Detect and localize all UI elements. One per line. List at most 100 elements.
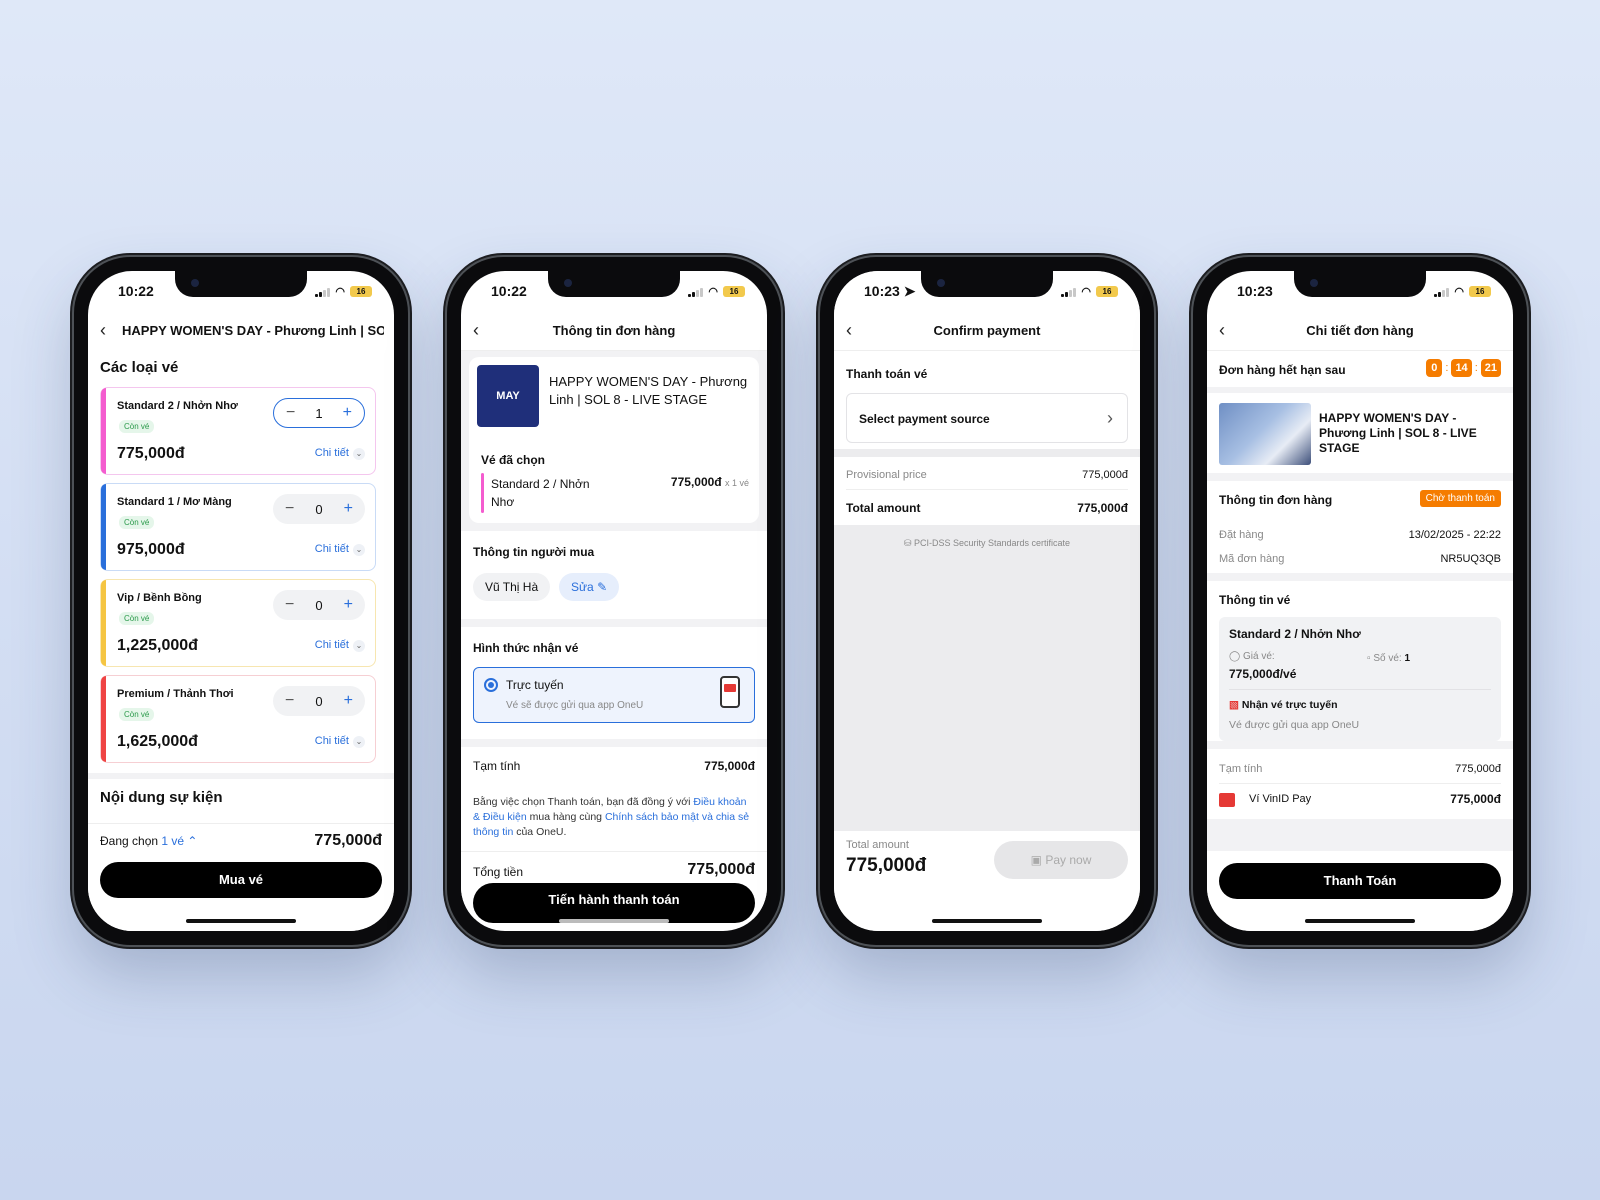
availability-badge: Còn vé: [119, 516, 155, 529]
price-section: Provisional price 775,000đ Total amount …: [834, 457, 1140, 525]
delivery-label: ▧ Nhận vé trực tuyến: [1229, 699, 1338, 711]
subtotal-label: Tạm tính: [473, 759, 521, 773]
quantity-stepper: − 0 +: [273, 494, 365, 524]
plus-button[interactable]: +: [344, 596, 353, 614]
selected-ticket-price: 775,000đ x 1 vé: [670, 475, 749, 489]
wifi-icon: ◠: [1081, 286, 1091, 298]
plus-button[interactable]: +: [344, 692, 353, 710]
chevron-down-icon: ⌄: [353, 640, 365, 652]
selected-tickets-title: Vé đã chọn: [481, 453, 546, 467]
subtotal-value: 775,000đ: [704, 759, 755, 773]
ticket-card[interactable]: Vip / Bềnh Bồng Còn vé 1,225,000đ Chi ti…: [100, 579, 376, 667]
phone-ticket-types: 10:22 ◠ 16 ‹ HAPPY WOMEN'S DAY - Phương …: [74, 257, 408, 945]
footer-total-label: Total amount: [846, 839, 909, 851]
terms-text: Bằng việc chọn Thanh toán, bạn đã đồng ý…: [473, 796, 750, 838]
buyer-name-chip: Vũ Thị Hà: [473, 573, 551, 601]
event-content-title: Nội dung sự kiện: [100, 789, 223, 806]
page-title: HAPPY WOMEN'S DAY - Phương Linh | SO...: [122, 323, 384, 338]
status-time: 10:23: [1237, 283, 1273, 299]
pay-now-button[interactable]: ▣ Pay now: [994, 841, 1128, 879]
status-time: 10:22: [118, 283, 154, 299]
signal-icon: [1434, 287, 1450, 297]
quantity-value: 0: [315, 501, 323, 517]
detail-link[interactable]: Chi tiết ⌄: [315, 447, 365, 460]
notch: [1294, 271, 1426, 297]
event-name: HAPPY WOMEN'S DAY - Phương Linh | SOL 8 …: [549, 374, 748, 407]
ticket-card[interactable]: Standard 2 / Nhởn Nhơ Còn vé 775,000đ Ch…: [100, 387, 376, 475]
delivery-desc: Vé được gửi qua app OneU: [1229, 719, 1360, 731]
ticket-card[interactable]: Standard 1 / Mơ Màng Còn vé 975,000đ Chi…: [100, 483, 376, 571]
provisional-value: 775,000đ: [1082, 469, 1128, 481]
plus-button[interactable]: +: [343, 404, 352, 422]
plus-button[interactable]: +: [344, 500, 353, 518]
ticket-name: Vip / Bềnh Bồng: [117, 592, 202, 604]
navbar: ‹ Confirm payment: [834, 311, 1140, 351]
pci-certificate: ⛁ PCI-DSS Security Standards certificate: [903, 538, 1071, 548]
ticket-card[interactable]: Premium / Thảnh Thơi Còn vé 1,625,000đ C…: [100, 675, 376, 763]
ticket-info-card: Standard 2 / Nhởn Nhơ ◯ Giá vé: 775,000đ…: [1219, 617, 1501, 741]
qty-label: ▫ Số vé: 1: [1367, 653, 1411, 664]
minus-button[interactable]: −: [285, 692, 294, 710]
ticket-price: 975,000đ: [117, 541, 185, 558]
selected-label: Đang chọn 1 vé ⌃: [100, 834, 198, 848]
availability-badge: Còn vé: [119, 708, 155, 721]
pay-button[interactable]: Thanh Toán: [1219, 863, 1501, 899]
provisional-label: Provisional price: [846, 469, 927, 481]
battery-icon: 16: [1096, 286, 1118, 297]
expiry-row: Đơn hàng hết hạn sau 0: 14: 21: [1207, 351, 1513, 387]
ticket-price: 1,625,000đ: [117, 733, 198, 750]
footer-total-value: 775,000đ: [846, 855, 927, 876]
ticket-name: Premium / Thảnh Thơi: [117, 688, 234, 700]
section-title: Các loại vé: [100, 359, 179, 376]
selected-count[interactable]: 1 vé: [161, 834, 184, 848]
detail-link[interactable]: Chi tiết ⌄: [315, 639, 365, 652]
payment-source-section: Thanh toán vé Select payment source ›: [834, 351, 1140, 449]
signal-icon: [315, 287, 331, 297]
page-title: Thông tin đơn hàng: [552, 323, 676, 338]
signal-icon: [1061, 287, 1077, 297]
event-banner-image: [1219, 403, 1311, 465]
ticket-price: 775,000đ: [117, 445, 185, 462]
delivery-option-online[interactable]: Trực tuyến Vé sẽ được gửi qua app OneU: [473, 667, 755, 723]
radio-selected-icon[interactable]: [484, 678, 498, 692]
page-title: Chi tiết đơn hàng: [1306, 323, 1414, 338]
buy-ticket-button[interactable]: Mua vé: [100, 862, 382, 898]
ticket-icon: ▫: [1367, 653, 1371, 664]
subtotal-label: Tạm tính: [1219, 763, 1263, 775]
home-indicator: [1305, 919, 1415, 923]
phone-confirm-payment: 10:23 ➤ ◠ 16 ‹ Confirm payment Thanh toá…: [820, 257, 1154, 945]
bottom-bar: Đang chọn 1 vé ⌃ 775,000đ Mua vé: [88, 823, 394, 931]
proceed-payment-button[interactable]: Tiến hành thanh toán: [473, 883, 755, 923]
minus-button[interactable]: −: [285, 500, 294, 518]
delivery-option-desc: Vé sẽ được gửi qua app OneU: [506, 700, 644, 711]
event-card: HAPPY WOMEN'S DAY - Phương Linh | SOL 8 …: [1207, 393, 1513, 473]
navbar: ‹ Thông tin đơn hàng: [461, 311, 767, 351]
order-code-label: Mã đơn hàng: [1219, 553, 1285, 565]
delivery-section: Hình thức nhận vé Trực tuyến Vé sẽ được …: [461, 627, 767, 739]
total-value: 775,000đ: [1077, 501, 1128, 515]
ticket-info-section: Thông tin vé Standard 2 / Nhởn Nhơ ◯ Giá…: [1207, 581, 1513, 741]
ordered-label: Đặt hàng: [1219, 529, 1264, 541]
detail-link[interactable]: Chi tiết ⌄: [315, 543, 365, 556]
order-info-title: Thông tin đơn hàng: [1219, 493, 1333, 507]
edit-buyer-button[interactable]: Sửa ✎: [559, 573, 620, 601]
minus-button[interactable]: −: [286, 404, 295, 422]
wifi-icon: ◠: [708, 286, 718, 298]
battery-icon: 16: [723, 286, 745, 297]
status-badge: Chờ thanh toán: [1419, 490, 1501, 507]
countdown-timer: 0: 14: 21: [1426, 359, 1501, 377]
chevron-down-icon: ⌄: [353, 448, 365, 460]
status-time: 10:23 ➤: [864, 283, 916, 299]
ticket-name: Standard 1 / Mơ Màng: [117, 496, 232, 508]
select-payment-source[interactable]: Select payment source ›: [846, 393, 1128, 443]
detail-link[interactable]: Chi tiết ⌄: [315, 735, 365, 748]
wallet-label: Ví VinID Pay: [1249, 793, 1312, 805]
notch: [548, 271, 680, 297]
total-label: Tổng tiền: [473, 865, 524, 879]
order-info-section: Thông tin đơn hàng Chờ thanh toán Đặt hà…: [1207, 481, 1513, 573]
back-icon[interactable]: ‹: [100, 321, 118, 339]
chevron-down-icon: ⌄: [353, 736, 365, 748]
quantity-stepper: − 0 +: [273, 686, 365, 716]
minus-button[interactable]: −: [285, 596, 294, 614]
navbar: ‹ Chi tiết đơn hàng: [1207, 311, 1513, 351]
